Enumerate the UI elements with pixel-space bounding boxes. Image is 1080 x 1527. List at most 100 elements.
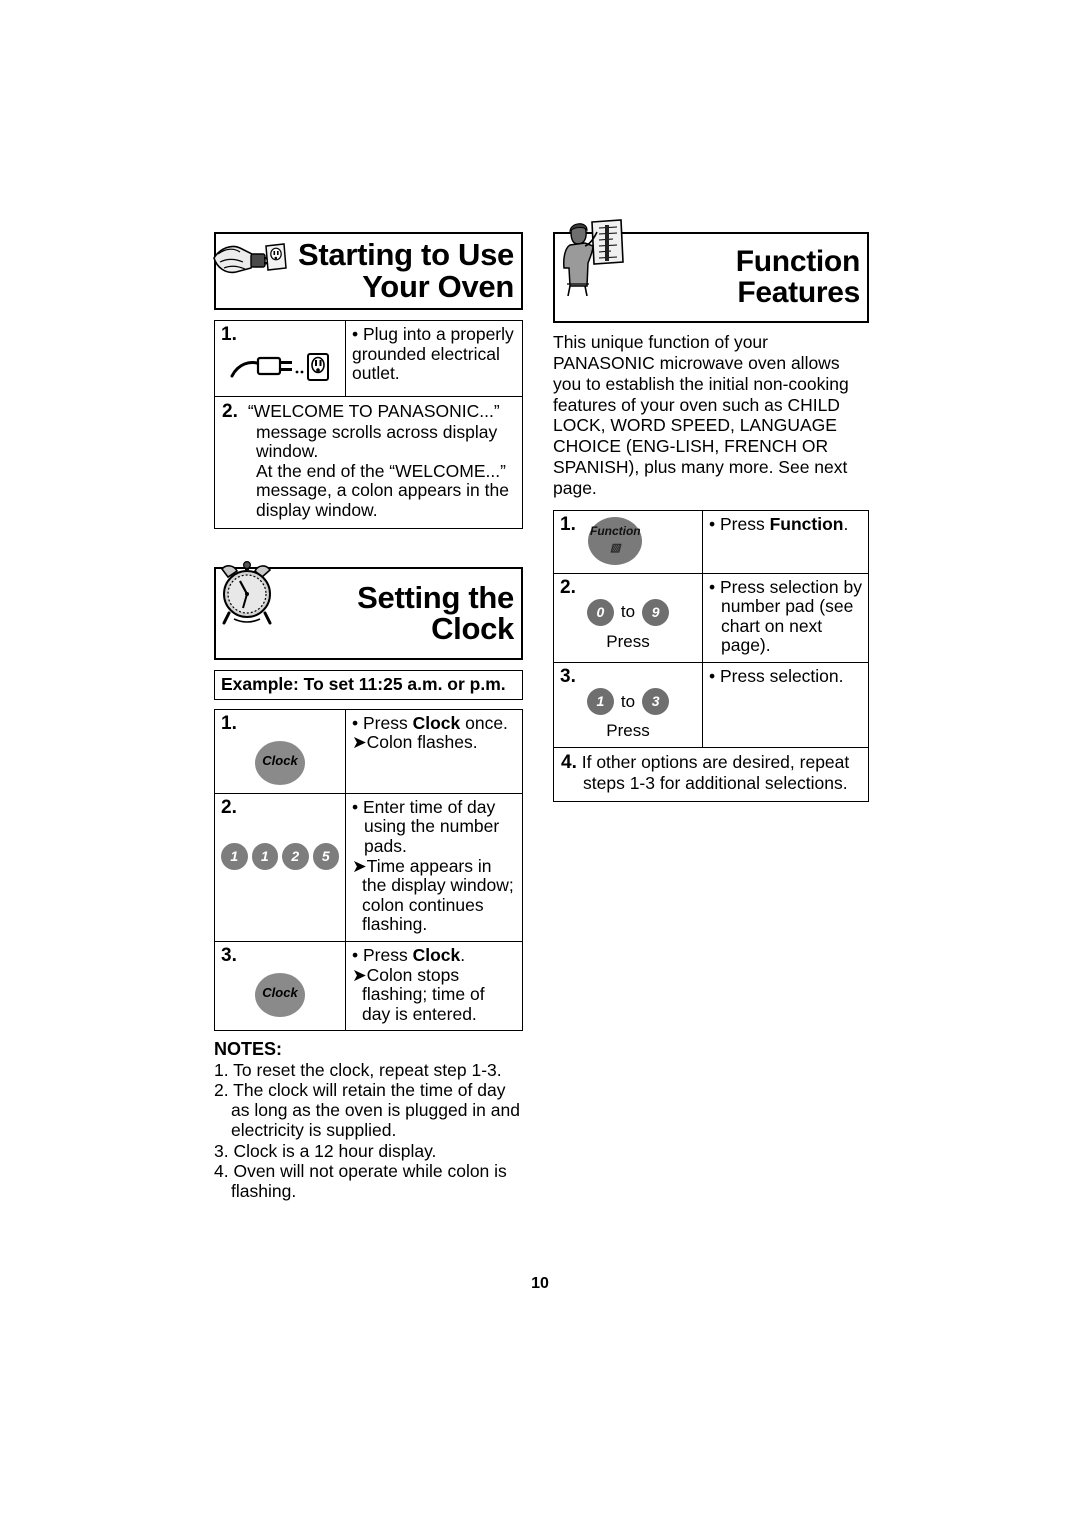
step-line-2: message scrolls across display — [256, 421, 498, 442]
number-pad-to[interactable]: 3 — [642, 688, 670, 716]
fn-step-1-number-cell: 1. Function ▧ — [553, 509, 703, 574]
step-text: • Press Clock once. ➤Colon flashes. — [352, 712, 516, 753]
table-row: 1. Clock • Press Clock once. ➤Colon flas… — [214, 708, 523, 794]
arrow-line: ➤Colon stops flashing; time of day is en… — [352, 964, 485, 1024]
press-label: Press — [606, 631, 650, 651]
function-features-banner: Function Features — [553, 219, 869, 324]
step-line-1: “WELCOME TO PANASONIC...” — [247, 401, 500, 422]
number-pad-to[interactable]: 9 — [642, 598, 670, 626]
right-column: Function Features This unique function o… — [553, 219, 869, 802]
step-line-4: At the end of the “WELCOME...” — [256, 460, 506, 481]
step-2-cell: 2. “WELCOME TO PANASONIC...” message scro… — [214, 396, 523, 529]
bullet-line: • Press Clock once. — [352, 712, 516, 734]
function-button-label: Function — [589, 523, 641, 538]
table-row: 1. • Plug into a properly grounded elect… — [214, 320, 523, 398]
number-pad-from[interactable]: 0 — [586, 598, 614, 626]
fn-step-1-text-cell: • Press Function. — [702, 509, 869, 574]
step-line-6: display window. — [256, 500, 378, 521]
fn-step-2-number-cell: 2. 0 to 9 Press — [553, 572, 703, 664]
step-number: 1. — [221, 324, 237, 346]
function-button[interactable]: Function ▧ — [588, 516, 643, 565]
plug-and-outlet-icon — [230, 353, 329, 382]
number-pad-3[interactable]: 2 — [282, 842, 309, 870]
bullet-bold: Function — [769, 513, 844, 534]
table-row: 4. If other options are desired, repeat … — [553, 747, 869, 802]
fn-step-4-cell: 4. If other options are desired, repeat … — [553, 747, 869, 802]
clock-button-label: Clock — [262, 752, 298, 768]
number-pad-group: 1 1 2 5 — [221, 842, 339, 870]
left-column: Starting to Use Your Oven 1. • Plug into… — [213, 232, 523, 1201]
step-number: 2. — [222, 401, 238, 423]
function-button-glyph: ▧ — [610, 541, 621, 554]
step-text: • Plug into a properly grounded electric… — [352, 324, 514, 384]
bullet-pre: • Press — [352, 945, 413, 966]
bullet-pre: • Press — [352, 712, 413, 733]
step-number: 3. — [560, 666, 576, 688]
setting-the-clock-title: Setting the Clock — [357, 579, 514, 647]
setting-clock-steps-table: 1. Clock • Press Clock once. ➤Colon flas… — [214, 708, 523, 1032]
starting-to-use-title: Starting to Use Your Oven — [298, 237, 514, 304]
function-features-steps-table: 1. Function ▧ • Press Function. 2. 0 to … — [553, 509, 869, 802]
clock-step-2-number-cell: 2. 1 1 2 5 — [214, 792, 346, 943]
note-item: 1. To reset the clock, repeat step 1-3. — [214, 1060, 502, 1081]
table-row: 3. 1 to 3 Press • Press selection. — [553, 662, 869, 749]
fn-step-2-text-cell: • Press selection by number pad (see cha… — [702, 572, 869, 664]
press-label: Press — [606, 721, 650, 741]
step-text: If other options are desired, repeat ste… — [581, 752, 850, 793]
to-label: to — [620, 602, 636, 622]
number-pad-2[interactable]: 1 — [251, 842, 278, 870]
arrow-line: ➤Time appears in the display window; col… — [352, 855, 514, 935]
table-row: 2. 1 1 2 5 • Enter time of day using the… — [214, 792, 523, 943]
notes-block: NOTES: 1. To reset the clock, repeat ste… — [214, 1039, 523, 1201]
to-label: to — [620, 691, 636, 711]
bullet-post: . — [843, 513, 849, 534]
bullet-bold: Clock — [412, 712, 461, 733]
bullet-post: . — [460, 945, 466, 966]
note-item: 3. Clock is a 12 hour display. — [214, 1140, 437, 1161]
step-1-text-cell: • Plug into a properly grounded electric… — [345, 320, 523, 398]
table-row: 2. 0 to 9 Press • Press selection by num… — [553, 572, 869, 664]
bullet-pre: • Press — [709, 513, 770, 534]
step-text: • Press selection. — [709, 666, 844, 687]
step-text: • Press Function. — [709, 513, 862, 535]
step-line-5: message, a colon appears in the — [256, 480, 509, 501]
clock-button-label: Clock — [262, 985, 298, 1001]
number-pad-range: 1 to 3 — [560, 688, 696, 716]
note-item: 2. The clock will retain the time of day… — [214, 1080, 520, 1141]
note-item: 4. Oven will not operate while colon is … — [214, 1160, 507, 1201]
number-pad-range: 0 to 9 — [560, 598, 696, 626]
fn-step-4-block: 4. If other options are desired, repeat … — [561, 752, 862, 794]
setting-the-clock-banner: Setting the Clock — [214, 560, 523, 660]
function-features-title: Function Features — [735, 245, 861, 309]
clock-step-3-number-cell: 3. Clock — [214, 941, 346, 1032]
clock-step-1-text-cell: • Press Clock once. ➤Colon flashes. — [345, 708, 523, 794]
step-line-3: window. — [256, 441, 319, 462]
page-number: 10 — [531, 1275, 549, 1292]
clock-step-2-text-cell: • Enter time of day using the number pad… — [345, 792, 523, 943]
step-number: 2. — [560, 576, 576, 598]
step-number: 3. — [221, 945, 237, 967]
bullet-post: once. — [460, 712, 508, 733]
step-number: 4. — [561, 752, 577, 774]
clock-button[interactable]: Clock — [255, 740, 305, 785]
starting-to-use-steps-table: 1. • Plug into a properly grounded elect… — [214, 320, 523, 529]
starting-to-use-banner: Starting to Use Your Oven — [213, 232, 523, 311]
step-2-rest: message scrolls across display window. A… — [222, 421, 516, 521]
clock-button[interactable]: Clock — [255, 973, 305, 1018]
number-pad-4[interactable]: 5 — [312, 842, 339, 870]
step-text: • Enter time of day using the number pad… — [352, 797, 516, 935]
number-pad-from[interactable]: 1 — [586, 688, 614, 716]
fn-step-3-text-cell: • Press selection. — [702, 662, 869, 749]
table-row: 3. Clock • Press Clock. ➤Colon stops fla… — [214, 941, 523, 1032]
table-row: 2. “WELCOME TO PANASONIC...” message scro… — [214, 396, 523, 529]
clock-step-3-text-cell: • Press Clock. ➤Colon stops flashing; ti… — [345, 941, 523, 1032]
number-pad-1[interactable]: 1 — [221, 842, 248, 870]
function-features-intro: This unique function of your PANASONIC m… — [553, 332, 849, 498]
notes-title: NOTES: — [214, 1039, 283, 1060]
table-row: 1. Function ▧ • Press Function. — [553, 509, 869, 574]
step-2-block: 2. “WELCOME TO PANASONIC...” — [222, 401, 516, 422]
clock-step-1-number-cell: 1. Clock — [214, 708, 346, 794]
step-text: • Press Clock. ➤Colon stops flashing; ti… — [352, 945, 516, 1024]
step-number: 2. — [221, 796, 237, 818]
bullet-bold: Clock — [412, 945, 461, 966]
